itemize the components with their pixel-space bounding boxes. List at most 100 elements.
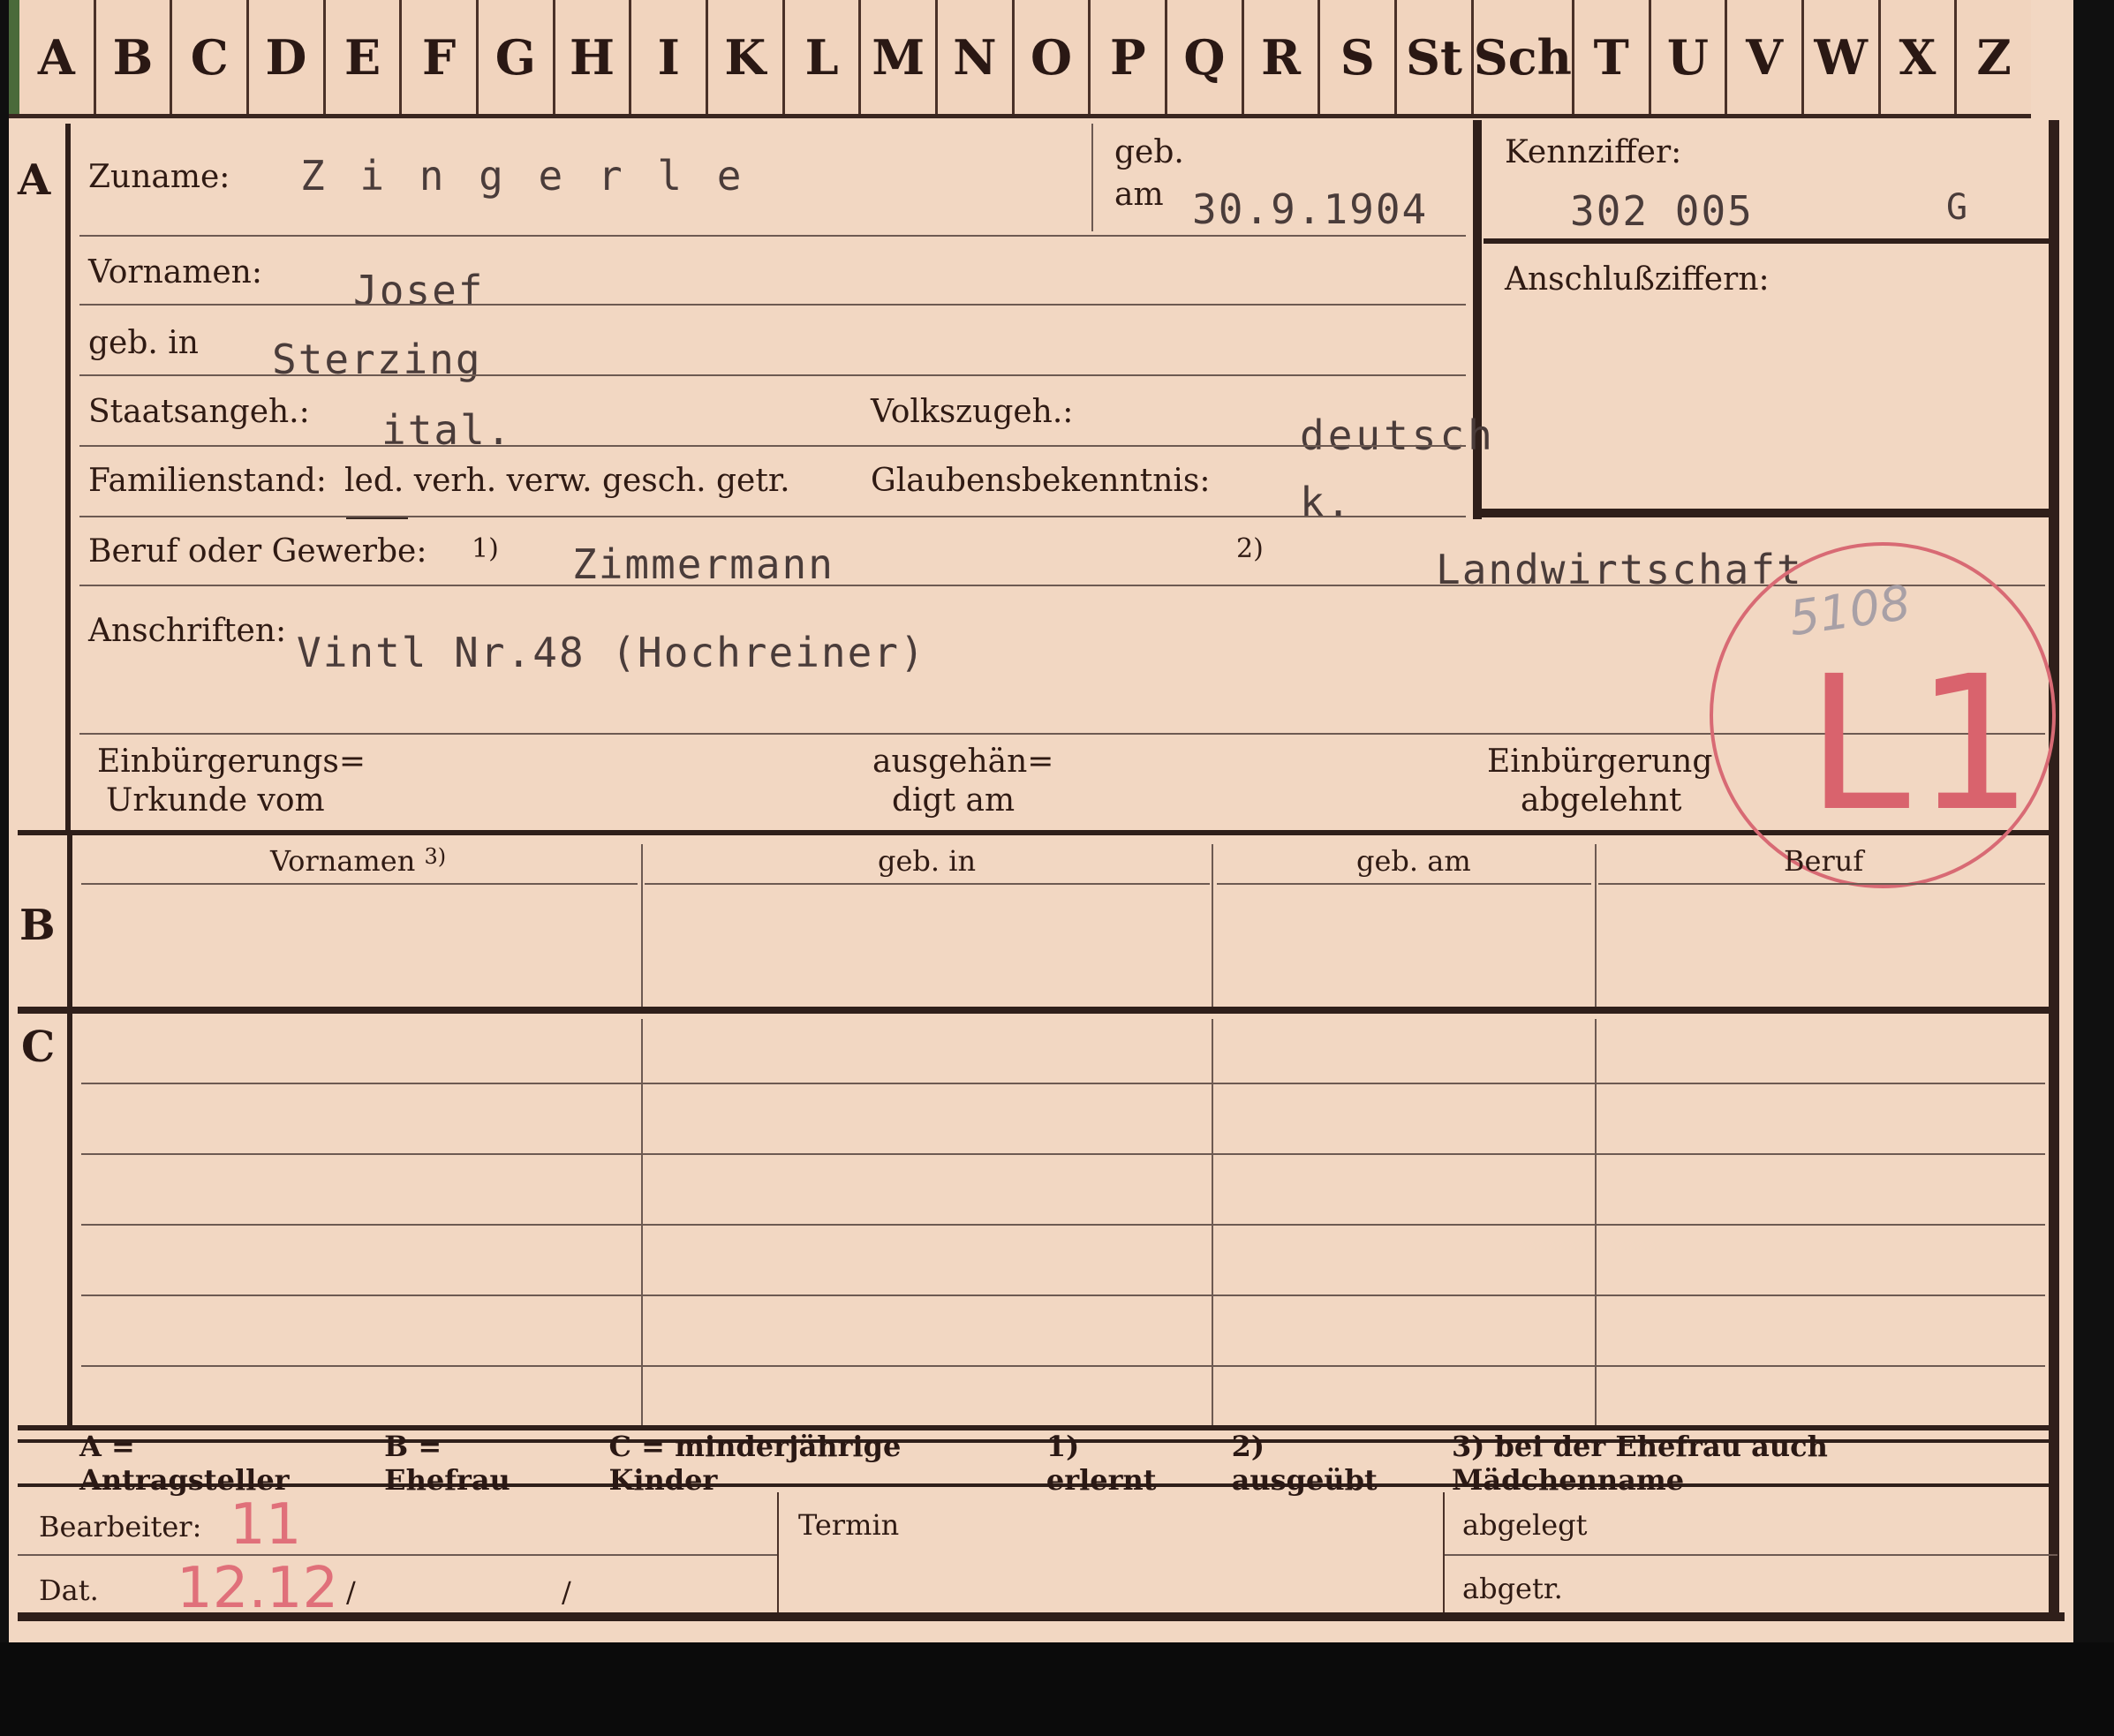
kennziffer-suffix: G [1946, 187, 1970, 228]
ausgehaendigt-line1: ausgehän= [872, 743, 1054, 780]
b-col-divider-2 [1212, 844, 1213, 1007]
section-b-bottom-rule [18, 1007, 2057, 1014]
anschluss-label: Anschlußziffern: [1505, 261, 1770, 298]
legend-c: C = minderjährige Kinder [608, 1430, 902, 1497]
b-col-divider-1 [641, 844, 643, 1007]
b-header-rule-2 [645, 883, 1210, 885]
alphabet-tab-f[interactable]: F [402, 0, 479, 114]
alphabet-tab-i[interactable]: I [631, 0, 709, 114]
section-a-letter: A [18, 155, 51, 205]
alphabet-tab-u[interactable]: U [1651, 0, 1728, 114]
c-row-rule [81, 1294, 2045, 1296]
footer-bottom-rule [18, 1612, 2065, 1621]
alphabet-tab-w[interactable]: W [1804, 0, 1881, 114]
familienstand-label: Familienstand: [88, 463, 327, 499]
legend-note-2: 2) ausgeübt [1231, 1430, 1378, 1497]
volkszugeh-label: Volkszugeh.: [871, 394, 1074, 430]
geb-in-rule [79, 374, 1466, 376]
staatsangeh-rule [79, 445, 1466, 447]
alphabet-tab-x[interactable]: X [1881, 0, 1958, 114]
dat-label: Dat. [39, 1574, 99, 1607]
section-c-left-rule [67, 1014, 72, 1425]
c-row-rule [81, 1153, 2045, 1155]
zuname-rule [79, 235, 1466, 237]
alphabet-tab-t[interactable]: T [1574, 0, 1651, 114]
alphabet-tab-p[interactable]: P [1091, 0, 1168, 114]
vornamen-rule [79, 304, 1466, 306]
section-b-letter: B [19, 901, 56, 950]
einbuergerung-abgelehnt-line1: Einbürgerung [1487, 743, 1713, 780]
dat-value: 12.12 [177, 1556, 339, 1621]
b-header-rule-1 [81, 883, 638, 885]
beruf-note-1: 1) [472, 533, 499, 564]
alphabet-tab-b[interactable]: B [96, 0, 173, 114]
kennziffer-box-bottom-rule [1473, 509, 2049, 517]
bearbeiter-rule [18, 1554, 777, 1556]
alphabet-tab-s[interactable]: S [1320, 0, 1398, 114]
einbuergerung-abgelehnt-line2: abgelehnt [1521, 782, 1682, 819]
col-beruf: Beruf [1784, 844, 1864, 878]
alphabet-tab-r[interactable]: R [1244, 0, 1321, 114]
legend-a: A = Antragsteller [79, 1430, 290, 1497]
einbuergerung-urkunde-line2: Urkunde vom [106, 782, 325, 819]
col-geb-in: geb. in [878, 844, 977, 878]
alphabet-tab-sch[interactable]: Sch [1474, 0, 1574, 114]
legend-note-1: 1) erlernt [1046, 1430, 1157, 1497]
geb-am-value: 30.9.1904 [1192, 185, 1429, 233]
section-c-letter: C [21, 1023, 56, 1072]
ausgehaendigt-line2: digt am [892, 782, 1015, 819]
alphabet-tab-k[interactable]: K [708, 0, 785, 114]
alphabet-tab-a[interactable]: A [9, 0, 96, 114]
bearbeiter-value: 11 [230, 1492, 302, 1558]
glaubens-value: k. [1300, 479, 1353, 526]
vornamen-label: Vornamen: [88, 254, 262, 291]
am-label: am [1114, 177, 1164, 213]
anschriften-value: Vintl Nr.48 (Hochreiner) [297, 629, 926, 676]
alphabet-tab-v[interactable]: V [1727, 0, 1804, 114]
kennziffer-divider [1484, 238, 2049, 244]
alphabet-tab-l[interactable]: L [785, 0, 862, 114]
geb-label: geb. [1114, 134, 1184, 170]
c-col-divider-3 [1595, 1019, 1597, 1425]
glaubens-label: Glaubensbekenntnis: [871, 463, 1211, 499]
alphabet-tab-z[interactable]: Z [1957, 0, 2031, 114]
vornamen-value: Josef [353, 267, 485, 314]
abgelegt-rule [1445, 1554, 2057, 1556]
familienstand-options: led. verh. verw. gesch. getr. [344, 463, 790, 499]
termin-label: Termin [798, 1508, 900, 1542]
alphabet-tab-o[interactable]: O [1015, 0, 1091, 114]
einbuergerung-urkunde-line1: Einbürgerungs= [97, 743, 366, 780]
alphabet-tab-st[interactable]: St [1397, 0, 1474, 114]
geb-am-divider [1091, 124, 1093, 231]
volkszugeh-value: deutsch [1300, 411, 1496, 459]
dat-slash-2: / [562, 1575, 571, 1609]
zuname-value: Z i n g e r l e [300, 152, 747, 200]
beruf-value-1: Zimmermann [572, 540, 834, 588]
section-a-left-rule [65, 124, 71, 830]
alphabet-tab-row: A B C D E F G H I K L M N O P Q R S St Sch T U V W X Z [9, 0, 2031, 118]
anschriften-label: Anschriften: [88, 613, 287, 649]
beruf-note-2: 2) [1236, 533, 1264, 564]
alphabet-tab-c[interactable]: C [172, 0, 250, 114]
alphabet-tab-d[interactable]: D [249, 0, 326, 114]
section-a-bottom-rule [18, 830, 2057, 835]
abgetr-label: abgetr. [1462, 1572, 1563, 1605]
legend-note-3: 3) bei der Ehefrau auch Mädchenname [1452, 1430, 1828, 1497]
alphabet-tab-n[interactable]: N [938, 0, 1015, 114]
c-col-divider-2 [1212, 1019, 1213, 1425]
alphabet-tab-g[interactable]: G [479, 0, 555, 114]
alphabet-tab-m[interactable]: M [861, 0, 939, 114]
stamp-code: L1 [1807, 636, 2039, 852]
alphabet-tab-q[interactable]: Q [1167, 0, 1244, 114]
b-header-rule-3 [1217, 883, 1591, 885]
bearbeiter-label: Bearbeiter: [39, 1510, 202, 1544]
alphabet-tab-e[interactable]: E [326, 0, 403, 114]
col-vornamen: Vornamen 3) [270, 844, 447, 878]
alphabet-tab-h[interactable]: H [555, 0, 632, 114]
kennziffer-box-left-rule [1473, 120, 1482, 519]
familienstand-rule [79, 516, 1466, 517]
c-col-divider-1 [641, 1019, 643, 1425]
footer-divider-1 [777, 1492, 779, 1616]
kennziffer-value: 302 005 [1570, 187, 1754, 235]
card-right-rule [2049, 120, 2059, 1621]
